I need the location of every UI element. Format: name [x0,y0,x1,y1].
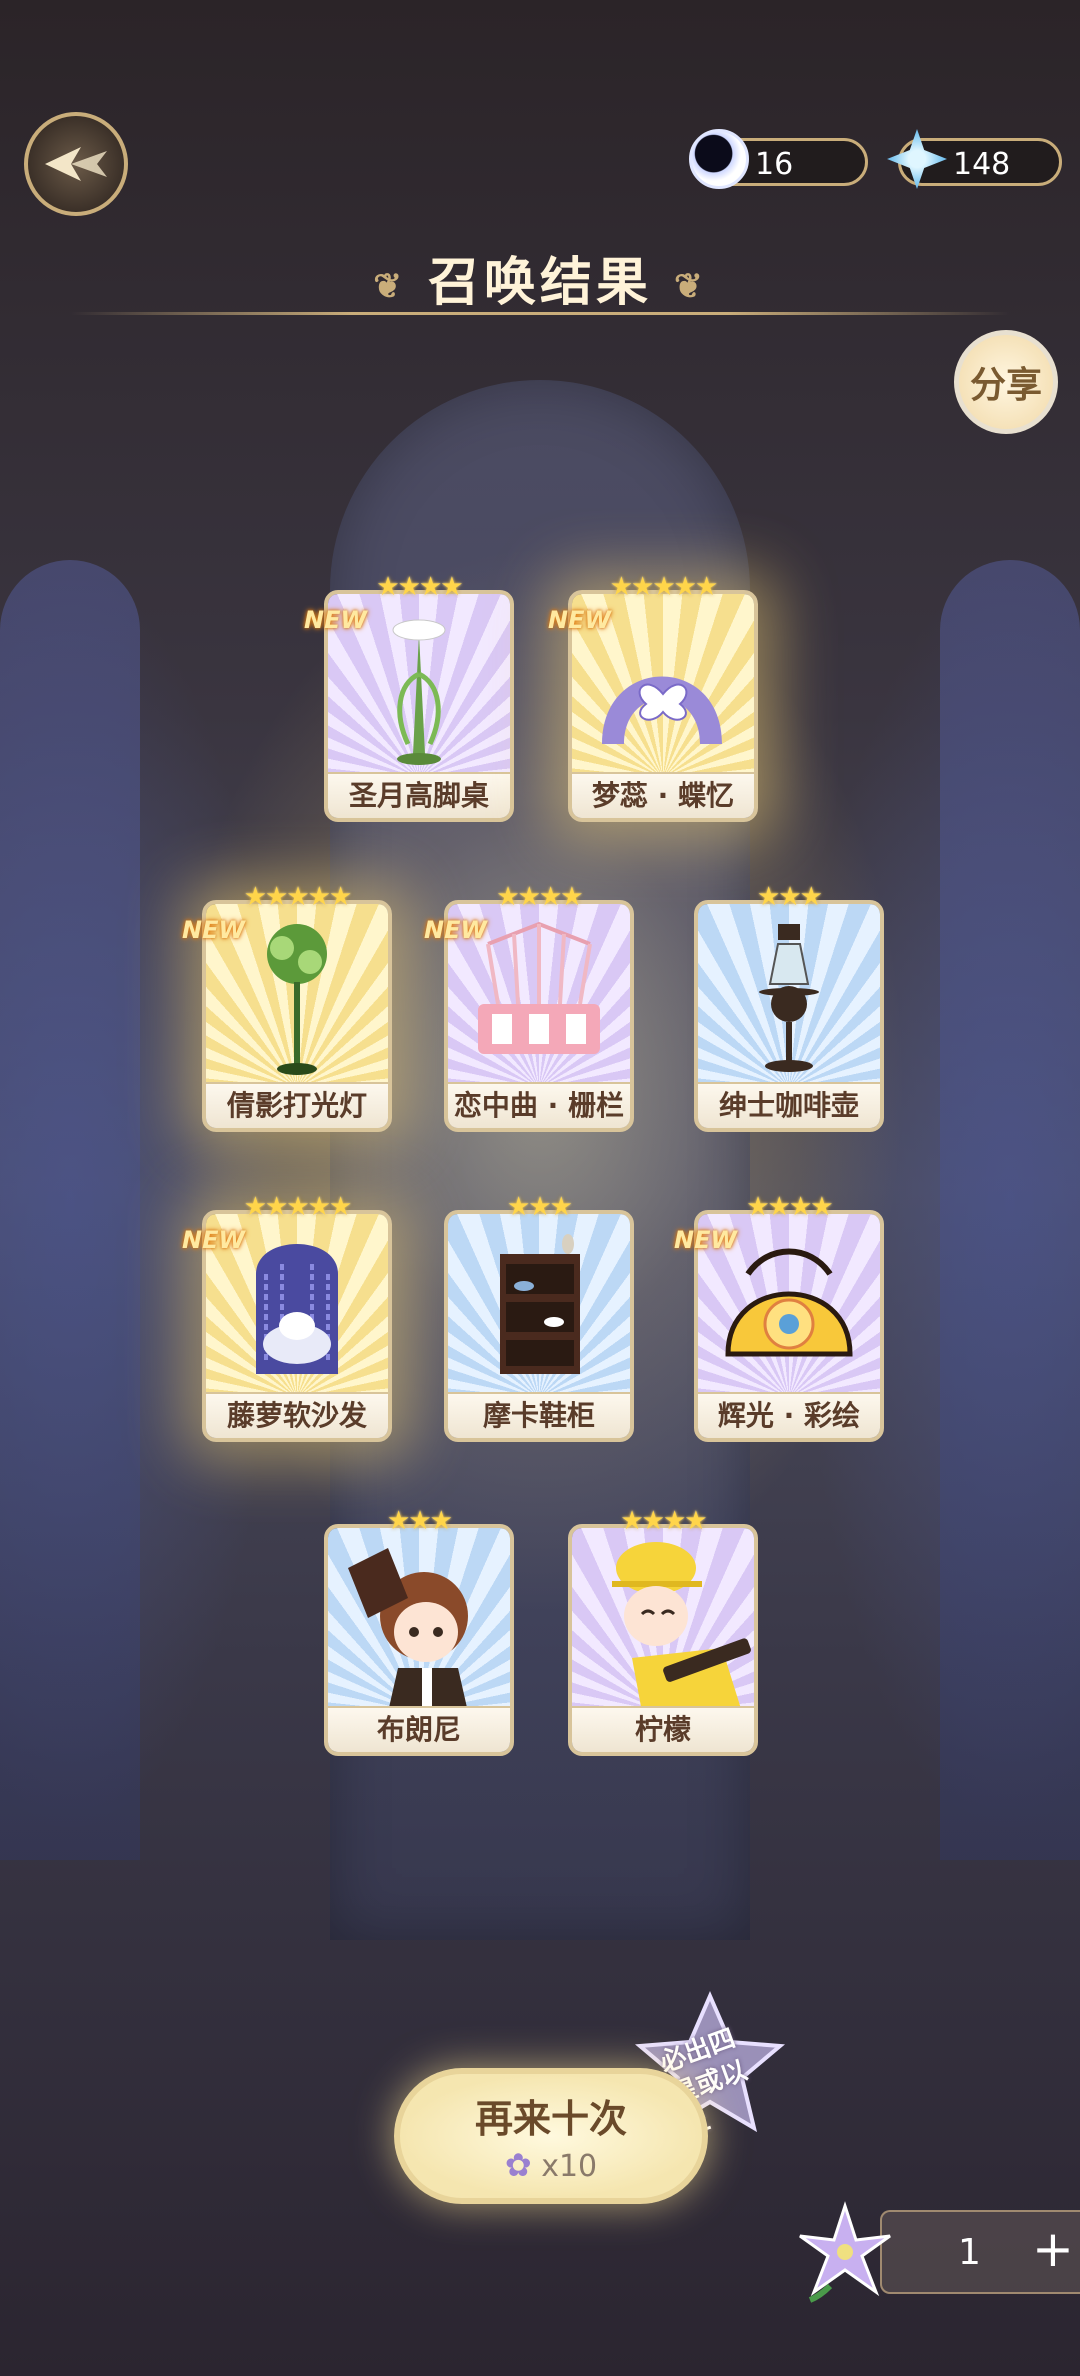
card-stars: ★★★★★ [243,1192,353,1222]
page-title-text: 召唤结果 [427,252,652,313]
card-name: 藤萝软沙发 [206,1392,388,1438]
moon-count: 16 [755,147,794,182]
card-name: 圣月高脚桌 [328,772,510,818]
card-stars: ★★★★ [746,1192,833,1222]
card-name: 梦蕊 · 蝶忆 [572,772,754,818]
share-button[interactable]: 分享 [954,330,1058,434]
lily-flower-icon [799,2201,891,2303]
flower-ticket-icon: ✿ [504,2146,532,2184]
summon-again-button[interactable]: 再来十次 ✿ x10 [394,2068,708,2204]
card-6[interactable]: 藤萝软沙发 ★★★★★ NEW [182,1192,392,1442]
summon-again-label: 再来十次 [474,2096,627,2141]
card-stars: ★★★★ [376,572,463,602]
card-4[interactable]: 恋中曲 · 栅栏 ★★★★ NEW [424,882,634,1132]
card-name: 柠檬 [572,1706,754,1752]
card-name: 布朗尼 [328,1706,510,1752]
leaf-right-icon: ❦ [674,266,707,307]
character-brownie-icon [348,1548,468,1712]
card-name: 倩影打光灯 [206,1082,388,1128]
character-lemon-icon [612,1542,751,1712]
shoe-cabinet-icon [500,1234,580,1374]
ticket-counter: 1 + [880,2210,1080,2294]
crystal-count: 148 [953,147,1011,182]
card-stars: ★★★ [507,1192,573,1222]
card-3[interactable]: 倩影打光灯 ★★★★★ NEW [182,882,392,1132]
new-badge: NEW [182,1226,245,1254]
card-2[interactable]: 梦蕊 · 蝶忆 ★★★★★ NEW [548,572,758,822]
card-image [572,1528,754,1712]
card-image [448,1214,630,1398]
left-window [0,560,140,1860]
coffee-pot-icon [759,924,819,1072]
moon-currency[interactable]: 16 [689,129,868,189]
card-stars: ★★★★★ [609,572,719,602]
card-stars: ★★★★★ [243,882,353,912]
card-9[interactable]: 布朗尼 ★★★ [324,1506,514,1756]
back-button[interactable] [24,112,128,216]
card-name: 摩卡鞋柜 [448,1392,630,1438]
new-badge: NEW [182,916,245,944]
card-name: 辉光 · 彩绘 [698,1392,880,1438]
card-5[interactable]: 绅士咖啡壶 ★★★ [694,882,884,1132]
card-1[interactable]: 圣月高脚桌 ★★★★ NEW [304,572,514,822]
card-name: 恋中曲 · 栅栏 [448,1082,630,1128]
card-image [698,904,880,1088]
card-stars: ★★★★ [620,1506,707,1536]
card-name: 绅士咖啡壶 [698,1082,880,1128]
moon-icon [689,129,749,189]
back-icon [45,147,107,181]
ticket-count: 1 [958,2232,981,2273]
new-badge: NEW [548,606,611,634]
new-badge: NEW [424,916,487,944]
summon-cost-value: x10 [541,2149,598,2184]
new-badge: NEW [304,606,367,634]
title-divider [70,312,1010,315]
summon-cost: ✿ x10 [400,2146,702,2184]
card-8[interactable]: 辉光 · 彩绘 ★★★★ NEW [674,1192,884,1442]
card-10[interactable]: 柠檬 ★★★★ [568,1506,758,1756]
card-image [328,1528,510,1712]
leaf-left-icon: ❦ [373,266,406,307]
share-label: 分享 [969,365,1042,406]
right-window [940,560,1080,1860]
add-ticket-button[interactable]: + [1032,2220,1074,2278]
crystal-currency[interactable]: 148 [887,129,1062,189]
card-7[interactable]: 摩卡鞋柜 ★★★ [444,1192,634,1442]
page-title: ❦ 召唤结果 ❦ [0,240,1080,315]
card-stars: ★★★ [387,1506,453,1536]
new-badge: NEW [674,1226,737,1254]
card-stars: ★★★★ [496,882,583,912]
card-stars: ★★★ [757,882,823,912]
